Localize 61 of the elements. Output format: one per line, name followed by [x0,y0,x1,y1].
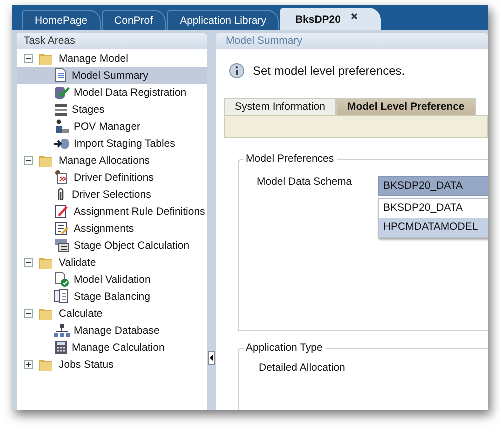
tree-item[interactable]: Stage Object Calculation [17,237,207,254]
panel-header: Model Summary [216,33,488,49]
info-icon [229,63,245,79]
tree-item[interactable]: Calculate [59,308,103,320]
collapse-icon[interactable] [24,54,33,63]
dropdown-field[interactable]: BKSDP20_DATA [378,176,488,196]
collapse-icon[interactable] [24,156,33,165]
tree-item[interactable]: Model Data Registration [17,84,207,101]
tree-item[interactable]: Stage Balancing [17,288,207,305]
folder-icon [38,357,54,372]
list-pencil-icon [54,221,70,236]
close-icon[interactable] [350,13,358,20]
fieldset-legend: Model Preferences [244,153,338,165]
document-icon [54,68,68,83]
collapse-handle-icon[interactable] [208,351,215,365]
fieldset-legend: Application Type [244,342,326,354]
dropdown-option[interactable]: HPCMDATAMODEL [379,218,488,237]
database-check-icon [54,85,70,100]
document-check-icon [54,272,70,287]
tree-item[interactable]: Stages [17,101,207,118]
folder-icon [38,51,54,66]
cylinder-arrow-icon [54,136,70,151]
tab[interactable]: Model Level Preference [336,98,476,115]
calculator-icon [54,340,68,355]
person-icon [54,119,70,134]
tree-item[interactable]: Manage Allocations [59,154,150,166]
dropdown-option[interactable]: BKSDP20_DATA [379,199,488,218]
collapse-icon[interactable] [24,258,33,267]
tree-item[interactable]: Manage Calculation [17,339,207,356]
hierarchy-icon [54,323,70,338]
tab[interactable]: HomePage [22,10,101,30]
folder-icon [38,153,54,168]
tree-item[interactable]: Import Staging Tables [17,135,207,152]
document-arrow-icon [54,170,70,185]
field-value: Detailed Allocation [259,362,346,374]
tree-item[interactable]: Driver Definitions [17,169,207,186]
tree-item[interactable]: Jobs Status [59,358,114,370]
tree-item[interactable]: Driver Selections [17,186,207,203]
tab[interactable]: BksDP20 [280,8,381,30]
tree-item[interactable]: Model Validation [17,271,207,288]
tree-item[interactable]: POV Manager [17,118,207,135]
tree-item[interactable]: Model Summary [17,67,207,84]
stack-icon [54,102,68,117]
field-label: Model Data Schema [257,176,354,190]
tab[interactable]: ConProf [102,10,166,30]
expand-icon[interactable] [24,360,33,369]
collapse-icon[interactable] [24,309,33,318]
tree-item[interactable]: Manage Model [59,52,128,64]
panel-header: Task Areas [17,33,207,49]
pencil-icon [54,204,70,219]
calculator-grid-icon [54,238,70,253]
folder-icon [38,255,54,270]
documents-icon [54,289,70,304]
tree-item[interactable]: Manage Database [17,322,207,339]
tree-item[interactable]: Assignments [17,220,207,237]
info-message: Set model level preferences. [253,64,406,78]
tab[interactable]: System Information [224,98,336,115]
folder-icon [38,306,54,321]
tab[interactable]: Application Library [167,10,280,30]
tree-item[interactable]: Validate [59,256,96,268]
tree-item[interactable]: Assignment Rule Definitions [17,203,207,220]
